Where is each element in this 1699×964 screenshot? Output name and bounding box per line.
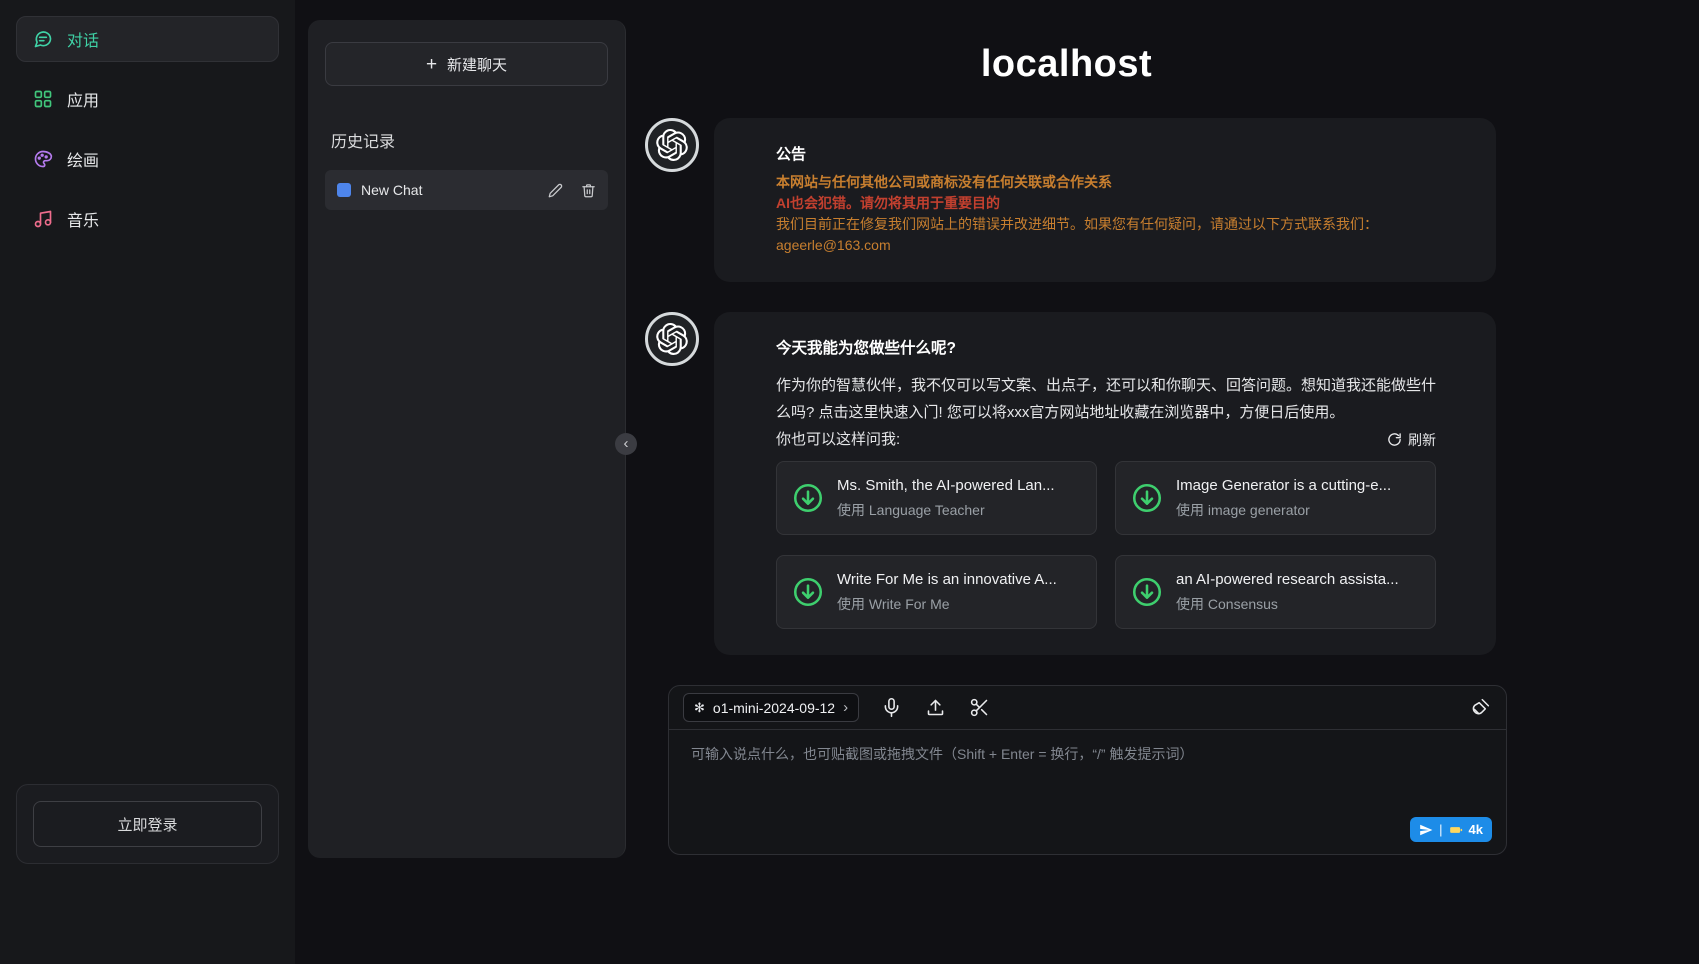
composer: ✻ o1-mini-2024-09-12 › — [668, 685, 1507, 855]
sidebar-item-apps[interactable]: 应用 — [16, 76, 279, 122]
sidebar-item-label: 音乐 — [67, 207, 99, 231]
model-selector[interactable]: ✻ o1-mini-2024-09-12 › — [683, 693, 859, 722]
sidebar-item-label: 对话 — [67, 27, 99, 51]
history-item[interactable]: New Chat — [325, 170, 608, 210]
login-panel: 立即登录 — [16, 784, 279, 864]
delete-icon[interactable] — [581, 183, 596, 198]
chat-main: localhost 公告 本网站与任何其他公司或商标没有任何关联或合作关系 AI… — [626, 0, 1699, 964]
openai-logo-icon — [656, 323, 688, 355]
sparkle-icon: ✻ — [694, 700, 705, 716]
history-item-title: New Chat — [361, 182, 530, 198]
sidebar-item-chat[interactable]: 对话 — [16, 16, 279, 62]
announcement-line: AI也会犯错。请勿将其用于重要目的 — [776, 193, 1436, 214]
divider: | — [1439, 822, 1442, 837]
suggestion-card[interactable]: Write For Me is an innovative A... 使用 Wr… — [776, 555, 1097, 629]
refresh-icon — [1387, 432, 1402, 447]
greeting-title: 今天我能为您做些什么呢? — [776, 338, 1436, 360]
suggestion-card[interactable]: Image Generator is a cutting-e... 使用 ima… — [1115, 461, 1436, 535]
microphone-icon — [881, 697, 902, 718]
arrow-down-circle-icon — [791, 481, 825, 515]
suggestion-grid: Ms. Smith, the AI-powered Lan... 使用 Lang… — [776, 461, 1436, 629]
contact-email-link[interactable]: ageerle@163.com — [776, 235, 891, 256]
collapse-sidebar-button[interactable]: ‹ — [615, 433, 637, 455]
message-input[interactable] — [691, 744, 1484, 814]
announcement-line: 本网站与任何其他公司或商标没有任何关联或合作关系 — [776, 172, 1436, 193]
new-chat-button[interactable]: + 新建聊天 — [325, 42, 608, 86]
model-label: o1-mini-2024-09-12 — [713, 700, 835, 716]
new-chat-label: 新建聊天 — [447, 54, 507, 75]
upload-button[interactable] — [925, 697, 947, 719]
refresh-label: 刷新 — [1408, 430, 1436, 450]
suggestion-subtitle: 使用 Language Teacher — [837, 500, 1055, 520]
sidebar-item-label: 绘画 — [67, 147, 99, 171]
openai-logo-icon — [656, 129, 688, 161]
login-button[interactable]: 立即登录 — [33, 801, 262, 847]
battery-icon — [1449, 823, 1463, 837]
chat-list-panel: + 新建聊天 历史记录 New Chat — [308, 20, 626, 858]
token-count: 4k — [1469, 822, 1483, 837]
suggestion-card[interactable]: an AI-powered research assista... 使用 Con… — [1115, 555, 1436, 629]
composer-toolbar: ✻ o1-mini-2024-09-12 › — [669, 686, 1506, 730]
message-announcement: 公告 本网站与任何其他公司或商标没有任何关联或合作关系 AI也会犯错。请勿将其用… — [626, 118, 1507, 282]
sidebar-item-music[interactable]: 音乐 — [16, 196, 279, 242]
sidebar-item-label: 应用 — [67, 87, 99, 111]
paper-plane-icon — [1419, 823, 1433, 837]
palette-icon — [33, 149, 53, 169]
assistant-avatar — [645, 312, 699, 366]
announcement-card: 公告 本网站与任何其他公司或商标没有任何关联或合作关系 AI也会犯错。请勿将其用… — [714, 118, 1496, 282]
assistant-avatar — [645, 118, 699, 172]
edit-icon[interactable] — [548, 183, 563, 198]
sidebar-item-drawing[interactable]: 绘画 — [16, 136, 279, 182]
message-greeting: 今天我能为您做些什么呢? 作为你的智慧伙伴，我不仅可以写文案、出点子，还可以和你… — [626, 312, 1507, 655]
clean-button[interactable] — [1470, 697, 1492, 719]
arrow-down-circle-icon — [1130, 575, 1164, 609]
arrow-down-circle-icon — [1130, 481, 1164, 515]
plus-icon: + — [426, 55, 437, 74]
music-note-icon — [33, 209, 53, 229]
broom-icon — [1470, 697, 1491, 718]
ask-hint: 你也可以这样问我: — [776, 426, 900, 453]
send-button[interactable]: | 4k — [1410, 817, 1492, 842]
history-title: 历史记录 — [331, 128, 608, 152]
scissors-button[interactable] — [969, 697, 991, 719]
chat-bubble-icon — [33, 29, 53, 49]
suggestion-card[interactable]: Ms. Smith, the AI-powered Lan... 使用 Lang… — [776, 461, 1097, 535]
app-root: 对话 应用 绘画 音乐 立即登录 + 新建聊天 历 — [0, 0, 1699, 964]
grid-icon — [33, 89, 53, 109]
upload-icon — [925, 697, 946, 718]
suggestion-title: Image Generator is a cutting-e... — [1176, 477, 1391, 494]
scissors-icon — [969, 697, 990, 718]
suggestion-title: Write For Me is an innovative A... — [837, 571, 1057, 588]
suggestion-subtitle: 使用 image generator — [1176, 500, 1391, 520]
page-title: localhost — [626, 40, 1507, 88]
suggestion-subtitle: 使用 Consensus — [1176, 594, 1399, 614]
sidebar: 对话 应用 绘画 音乐 立即登录 — [0, 0, 295, 964]
input-zone: | 4k — [669, 730, 1506, 854]
suggestion-title: Ms. Smith, the AI-powered Lan... — [837, 477, 1055, 494]
announcement-line: 我们目前正在修复我们网站上的错误并改进细节。如果您有任何疑问，请通过以下方式联系… — [776, 214, 1436, 235]
chat-color-swatch-icon — [337, 183, 351, 197]
chevron-right-icon: › — [843, 699, 848, 716]
refresh-button[interactable]: 刷新 — [1387, 430, 1436, 450]
arrow-down-circle-icon — [791, 575, 825, 609]
greeting-card: 今天我能为您做些什么呢? 作为你的智慧伙伴，我不仅可以写文案、出点子，还可以和你… — [714, 312, 1496, 655]
greeting-body: 作为你的智慧伙伴，我不仅可以写文案、出点子，还可以和你聊天、回答问题。想知道我还… — [776, 372, 1436, 426]
suggestion-title: an AI-powered research assista... — [1176, 571, 1399, 588]
suggestion-subtitle: 使用 Write For Me — [837, 594, 1057, 614]
microphone-button[interactable] — [881, 697, 903, 719]
announcement-title: 公告 — [776, 144, 1436, 166]
